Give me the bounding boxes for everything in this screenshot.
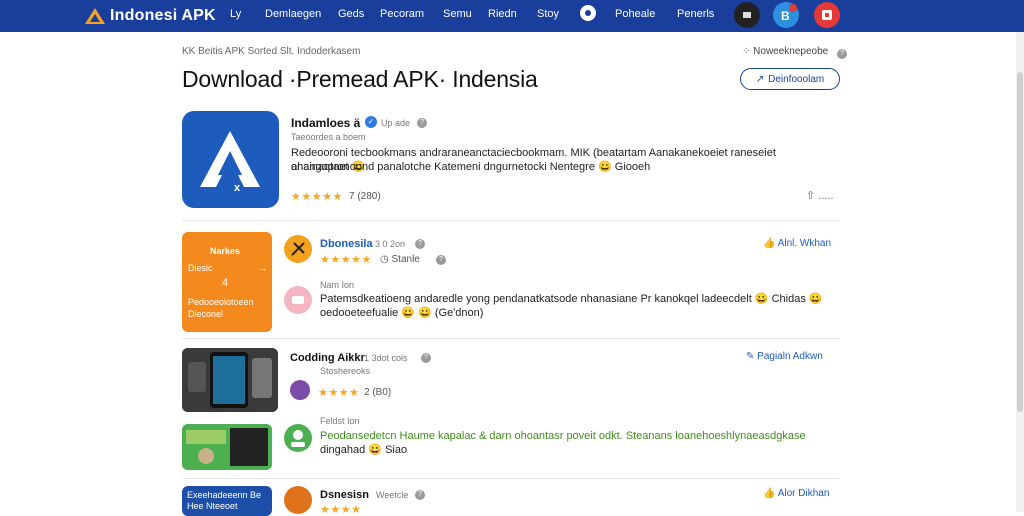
- sort-note[interactable]: ⁘ Noweeknepeobe ?: [742, 46, 848, 59]
- item1-name[interactable]: Dbonesila: [320, 238, 373, 250]
- thumbs-up-icon: 👍: [763, 488, 778, 499]
- item2-stars: ★★★★: [318, 387, 360, 399]
- nav-item-5[interactable]: Semu: [443, 8, 472, 20]
- thumbs-up-icon: 👍: [763, 238, 778, 249]
- nav-radio-icon[interactable]: [580, 5, 596, 21]
- item2-action-label: Pagialn Adkwn: [757, 351, 823, 362]
- site-logo[interactable]: Indonesi APK: [84, 7, 216, 25]
- nav-item-3[interactable]: Geds: [338, 8, 364, 20]
- pencil-icon: ✎: [746, 351, 758, 362]
- page-scrollbar[interactable]: [1016, 32, 1024, 512]
- item2-review-label: Feldst Ion: [320, 416, 360, 426]
- svg-text:x: x: [234, 182, 241, 194]
- featured-subtitle: Taeoordes a boem: [291, 132, 366, 142]
- item2-review-line2: dingahad 😀 Siao: [320, 444, 408, 456]
- item2-action-link[interactable]: ✎ Pagialn Adkwn: [746, 351, 823, 362]
- item3-action-link[interactable]: 👍 Alor Dikhan: [763, 488, 829, 499]
- item1-action-label: Alnl. Wkhan: [777, 238, 832, 249]
- breadcrumb[interactable]: KK Beitis APK Sorted Slt. Indoderkasem: [182, 46, 360, 57]
- nav-item-4[interactable]: Pecoram: [380, 8, 424, 20]
- item1-banner[interactable]: Narkes Diesic → 4 Pedooeoiotoeen Diecone…: [182, 232, 272, 332]
- logo-triangle-icon: [84, 7, 106, 25]
- share-button[interactable]: ⇧ .....: [806, 189, 834, 202]
- page-title: Download ·Premead APK· Indensia: [182, 66, 538, 92]
- nav-item-2[interactable]: Demlaegen: [265, 8, 321, 20]
- item3-action-label: Alor Dikhan: [777, 488, 830, 499]
- item3-name[interactable]: Dsnesisn: [320, 489, 369, 501]
- item1-stars: ★★★★★: [320, 254, 372, 266]
- info-icon: ?: [837, 49, 848, 59]
- item3-avatar[interactable]: [284, 486, 312, 514]
- featured-app-icon[interactable]: x: [182, 111, 279, 208]
- logo-text: Indonesi APK: [110, 7, 216, 24]
- app-store-icon[interactable]: [814, 2, 840, 28]
- info-icon: ?: [436, 255, 446, 265]
- item1-card-title: Narkes: [210, 246, 241, 256]
- nav-item-9[interactable]: Penerls: [677, 8, 714, 20]
- section-divider: [182, 338, 840, 339]
- featured-stars: ★★★★★: [291, 191, 343, 203]
- info-icon: ?: [417, 118, 427, 128]
- item1-rating-text: Stanle: [391, 254, 420, 265]
- item3-meta: Weetcle: [376, 490, 409, 500]
- item1-action-link[interactable]: 👍 Alnl. Wkhan: [763, 238, 831, 249]
- section-divider: [182, 478, 840, 479]
- nav-item-6[interactable]: Riedn: [488, 8, 517, 20]
- nav-item-1[interactable]: Ly: [230, 8, 241, 20]
- item1-review-line1: Patemsdkeatioeng andaredle yong pendanat…: [320, 293, 823, 305]
- section-divider: [182, 220, 840, 221]
- item2-screenshot[interactable]: [182, 348, 278, 412]
- item2-review-line1: Peodansedetcn Haume kapalac & darn ohoan…: [320, 430, 806, 442]
- item2-review-avatar: [284, 424, 312, 452]
- verified-check-icon: ✓: [365, 116, 377, 128]
- download-button-label: Deinfooolam: [768, 73, 825, 85]
- sort-icon: ⁘: [742, 46, 754, 57]
- item2-rating-note: 2 (B0): [364, 387, 392, 398]
- item2-meta: 1 3dot cols: [364, 353, 408, 363]
- notifications-icon[interactable]: B: [773, 2, 799, 28]
- scrollbar-thumb[interactable]: [1017, 72, 1023, 412]
- featured-badge: Up ade: [381, 118, 411, 128]
- top-nav-bar: Indonesi APK Ly Demlaegen Geds Pecoram S…: [0, 0, 1024, 32]
- account-icon[interactable]: [734, 2, 760, 28]
- item2-name[interactable]: Codding Aikkr: [290, 352, 365, 364]
- arrow-right-icon: →: [258, 263, 267, 273]
- item1-card-foot: Pedooeoiotoeen Dieconel: [188, 297, 254, 319]
- featured-app-name[interactable]: Indamloes ä: [291, 116, 360, 130]
- item3-card-text: Exeehadeeenn Be Hee Nteeoet: [187, 490, 262, 511]
- item2-review-thumb[interactable]: [182, 424, 272, 470]
- info-icon: ?: [415, 490, 425, 500]
- clock-icon: ◷: [380, 254, 392, 265]
- sort-label: Noweeknepeobe: [753, 46, 829, 57]
- item1-review-avatar: [284, 286, 312, 314]
- item1-meta: 3 0 2on: [375, 239, 406, 249]
- nav-item-8[interactable]: Poheale: [615, 8, 655, 20]
- item3-stars: ★★★★: [320, 504, 362, 516]
- featured-description-2: ohangooronoond panalotche Katemeni dngur…: [291, 161, 651, 173]
- download-button[interactable]: ↗ Deinfooolam: [740, 68, 840, 90]
- item2-sub: Stoshereoks: [320, 366, 371, 376]
- item1-rating-note: ◷ Stanle: [380, 254, 420, 265]
- item1-review-label: Nam Ion: [320, 280, 355, 290]
- item2-avatar[interactable]: [290, 380, 310, 400]
- item1-avatar[interactable]: [284, 235, 312, 263]
- item1-card-number: 4: [222, 277, 229, 289]
- svg-text:B: B: [781, 9, 790, 23]
- item1-card-sub: Diesic: [188, 263, 213, 273]
- info-icon: ?: [415, 239, 425, 249]
- info-icon: ?: [421, 353, 431, 363]
- download-arrow-icon: ↗: [755, 73, 765, 85]
- featured-rating-count: 7 (280): [349, 191, 381, 202]
- nav-item-7[interactable]: Stoy: [537, 8, 559, 20]
- item1-review-line2: oedooeteefualie 😀 😀 (Ge'dnon): [320, 307, 484, 319]
